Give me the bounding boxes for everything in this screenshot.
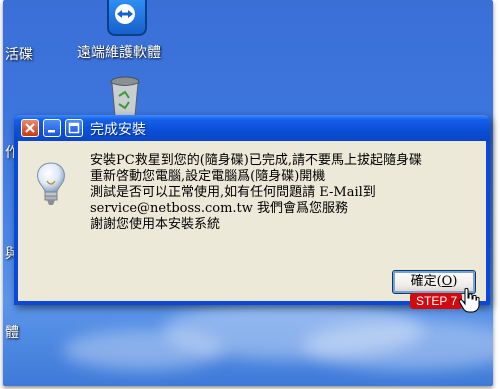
install-complete-dialog: 完成安裝 安裝PC救星到您的(隨身碟)已完成,請不要馬上拔起隨身碟 重新啓動您電… [14, 115, 490, 305]
minimize-button[interactable] [43, 119, 61, 137]
desktop-edge-label-1[interactable]: 活碟 [5, 44, 33, 64]
remote-support-label[interactable]: 遠端維護軟體 [77, 42, 161, 62]
minimize-icon [48, 130, 55, 133]
maximize-button[interactable] [65, 119, 83, 137]
message-line: 測試是否可以正常使用,如有任何問題請 E-Mail到 [90, 185, 376, 200]
remote-support-icon[interactable] [107, 0, 147, 36]
dialog-message: 安裝PC救星到您的(隨身碟)已完成,請不要馬上拔起隨身碟 重新啓動您電腦,設定電… [90, 153, 482, 233]
message-line: 安裝PC救星到您的(隨身碟)已完成,請不要馬上拔起隨身碟 [90, 153, 422, 168]
dialog-body: 安裝PC救星到您的(隨身碟)已完成,請不要馬上拔起隨身碟 重新啓動您電腦,設定電… [18, 141, 486, 301]
hand-cursor-icon [458, 287, 480, 313]
step-badge: STEP 7 [410, 293, 462, 309]
lightbulb-icon [37, 162, 65, 205]
dialog-titlebar[interactable]: 完成安裝 [14, 115, 490, 141]
dialog-title: 完成安裝 [90, 122, 146, 138]
maximize-icon [68, 122, 80, 134]
close-button[interactable] [21, 119, 39, 137]
desktop-edge-label-4[interactable]: 體 [5, 322, 19, 342]
message-line: 重新啓動您電腦,設定電腦爲(隨身碟)開機 [90, 169, 326, 184]
message-line: service@netboss.com.tw 我們會爲您服務 [90, 201, 349, 216]
message-line: 謝謝您使用本安裝系統 [90, 217, 221, 232]
close-icon [25, 123, 35, 133]
recycle-bin-icon[interactable] [107, 76, 143, 120]
